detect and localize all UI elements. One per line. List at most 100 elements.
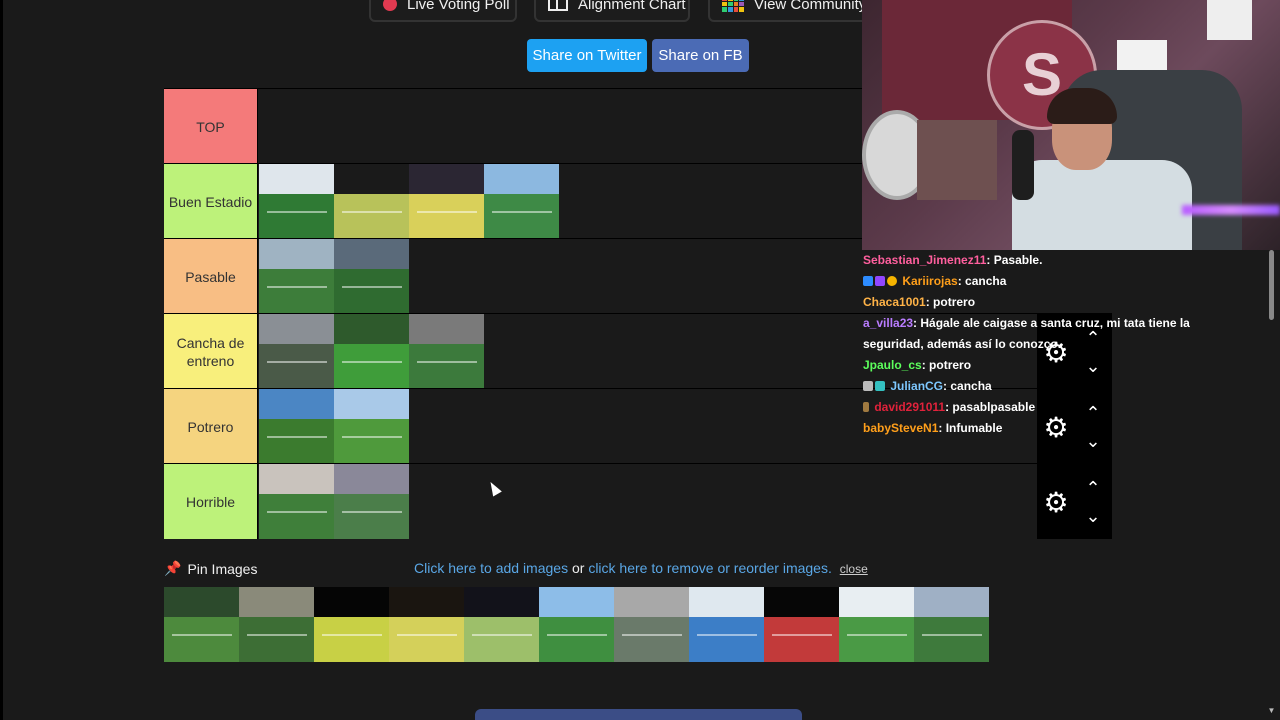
chat-message: Kariirojas: cancha <box>862 271 1202 292</box>
community-grid-icon <box>722 0 744 12</box>
badge-icon <box>863 381 873 391</box>
tier-label-buen-estadio[interactable]: Buen Estadio <box>164 164 258 239</box>
chevron-down-icon[interactable]: ⌄ <box>1083 507 1103 525</box>
pool-image[interactable] <box>389 587 464 662</box>
chat-message: a_villa23: Hágale ale caigase a santa cr… <box>862 313 1202 334</box>
tier-row-horrible: Horrible ⚙ ⌃ ⌄ <box>164 463 1112 539</box>
stadium-image[interactable] <box>334 164 409 239</box>
chat-username: JulianCG <box>890 379 944 393</box>
pin-images-toggle[interactable]: 📌 Pin Images <box>164 560 257 577</box>
tier-items-potrero[interactable] <box>259 389 409 464</box>
chat-message-continued: seguridad, además así lo conozco. <box>862 334 1202 355</box>
chat-username: david291011 <box>874 400 946 414</box>
chat-message: Chaca1001: potrero <box>862 292 1202 313</box>
pool-image[interactable] <box>239 587 314 662</box>
badge-icon <box>887 276 897 286</box>
tier-items-buen-estadio[interactable] <box>259 164 559 239</box>
badge-icon <box>863 402 869 412</box>
shelf <box>917 120 997 200</box>
tier-controls: ⚙ ⌃ ⌄ <box>1037 464 1112 539</box>
stadium-image[interactable] <box>409 164 484 239</box>
badge-icon <box>875 381 885 391</box>
view-community-label: View Community R <box>754 0 867 13</box>
alignment-chart-label: Alignment Chart <box>578 0 686 13</box>
chat-text: : Pasable. <box>986 253 1043 267</box>
stadium-image[interactable] <box>334 314 409 389</box>
view-community-rank-button[interactable]: View Community R <box>708 0 868 22</box>
badge-icon <box>863 276 873 286</box>
pool-image[interactable] <box>464 587 539 662</box>
chat-text: seguridad, además así lo conozco. <box>863 337 1062 351</box>
close-link[interactable]: close <box>840 562 868 576</box>
pin-instructions: Click here to add images or click here t… <box>414 560 868 576</box>
tier-label-top[interactable]: TOP <box>164 89 258 164</box>
pool-image[interactable] <box>614 587 689 662</box>
tier-items-horrible[interactable] <box>259 464 409 539</box>
pin-images-label: Pin Images <box>187 560 258 577</box>
tier-label-horrible[interactable]: Horrible <box>164 464 258 539</box>
chat-text: : pasablpasable <box>945 400 1036 414</box>
chat-text: : cancha <box>957 274 1007 288</box>
stadium-image[interactable] <box>334 389 409 464</box>
webcam-overlay: S <box>862 0 1280 250</box>
pool-image[interactable] <box>164 587 239 662</box>
chat-text: : Infumable <box>938 421 1003 435</box>
chat-message: babySteveN1: Infumable <box>862 418 1202 439</box>
alignment-chart-button[interactable]: Alignment Chart <box>534 0 690 22</box>
bottom-action-button[interactable] <box>475 709 802 720</box>
image-pool <box>164 587 989 662</box>
pool-image[interactable] <box>914 587 989 662</box>
stadium-image[interactable] <box>259 239 334 314</box>
pool-image[interactable] <box>539 587 614 662</box>
chat-message: Jpaulo_cs: potrero <box>862 355 1202 376</box>
stadium-image[interactable] <box>409 314 484 389</box>
chat-overlay: Sebastian_Jimenez11: Pasable. Kariirojas… <box>862 250 1202 440</box>
chat-text: : cancha <box>943 379 992 393</box>
page-scrollbar[interactable]: ▼ <box>1267 250 1276 715</box>
jersey-poster <box>1207 0 1252 40</box>
remove-reorder-images-link[interactable]: click here to remove or reorder images. <box>588 560 832 576</box>
chat-message: Sebastian_Jimenez11: Pasable. <box>862 250 1202 271</box>
pin-icon: 📌 <box>164 560 182 576</box>
or-text: or <box>568 560 589 576</box>
stadium-image[interactable] <box>484 164 559 239</box>
chevron-up-icon[interactable]: ⌃ <box>1083 479 1103 497</box>
tier-label-potrero[interactable]: Potrero <box>164 389 258 464</box>
chat-username: babySteveN1 <box>863 421 939 435</box>
chat-username: Chaca1001 <box>863 295 926 309</box>
chat-username: a_villa23 <box>863 316 914 330</box>
stadium-image[interactable] <box>259 164 334 239</box>
stadium-image[interactable] <box>334 239 409 314</box>
pool-image[interactable] <box>764 587 839 662</box>
badge-icon <box>875 276 885 286</box>
stadium-image[interactable] <box>259 389 334 464</box>
chat-message: david291011: pasablpasable <box>862 397 1202 418</box>
led-lights <box>1182 205 1280 215</box>
alignment-chart-icon <box>548 0 568 11</box>
chat-username: Jpaulo_cs <box>863 358 922 372</box>
pool-image[interactable] <box>839 587 914 662</box>
stadium-image[interactable] <box>334 464 409 539</box>
share-on-fb-button[interactable]: Share on FB <box>652 39 749 72</box>
add-images-link[interactable]: Click here to add images <box>414 560 568 576</box>
streamer-body <box>1012 160 1192 250</box>
stadium-image[interactable] <box>259 314 334 389</box>
scrollbar-thumb[interactable] <box>1269 250 1274 320</box>
tier-label-cancha-de-entreno[interactable]: Cancha de entreno <box>164 314 258 389</box>
tier-items-cancha-de-entreno[interactable] <box>259 314 484 389</box>
share-on-twitter-button[interactable]: Share on Twitter <box>527 39 647 72</box>
live-voting-poll-button[interactable]: Live Voting Poll <box>369 0 517 22</box>
tier-items-pasable[interactable] <box>259 239 409 314</box>
chat-username: Sebastian_Jimenez11 <box>863 253 987 267</box>
tier-label-pasable[interactable]: Pasable <box>164 239 258 314</box>
pool-image[interactable] <box>314 587 389 662</box>
chat-username: Kariirojas <box>902 274 958 288</box>
pool-image[interactable] <box>689 587 764 662</box>
chat-text: : potrero <box>925 295 976 309</box>
chat-text: : Hágale ale caigase a santa cruz, mi ta… <box>913 316 1190 330</box>
scroll-down-arrow-icon[interactable]: ▼ <box>1267 706 1276 715</box>
stadium-image[interactable] <box>259 464 334 539</box>
record-dot-icon <box>383 0 397 11</box>
pin-images-bar: 📌 Pin Images Click here to add images or… <box>164 557 1112 581</box>
gear-icon[interactable]: ⚙ <box>1041 488 1071 518</box>
